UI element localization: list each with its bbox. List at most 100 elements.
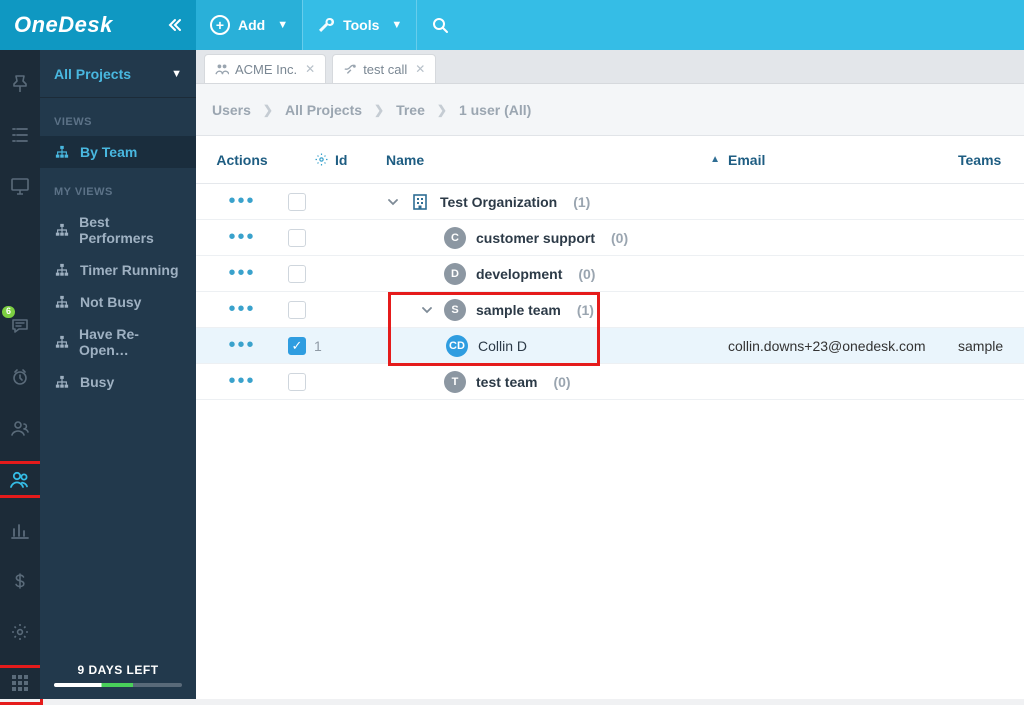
tab-label: test call <box>363 62 407 77</box>
gear-icon[interactable] <box>314 152 329 167</box>
grid-header: Actions Id Name ▲ Email Teams <box>196 136 1024 184</box>
logo-area: OneDesk <box>0 0 196 50</box>
tab[interactable]: ACME Inc. ✕ <box>204 54 326 83</box>
views-list: By Team <box>40 136 196 168</box>
sort-asc-icon: ▲ <box>710 154 728 165</box>
search-button[interactable] <box>417 0 463 50</box>
row-checkbox-cell <box>280 229 314 247</box>
close-icon[interactable]: ✕ <box>305 62 315 76</box>
rail-billing[interactable] <box>0 566 40 597</box>
view-item[interactable]: Busy <box>40 366 196 398</box>
sitemap-icon <box>54 335 69 349</box>
row-name-cell: Test Organization(1) <box>386 192 728 212</box>
row-count: (1) <box>577 302 594 318</box>
add-button-label: Add <box>238 17 265 33</box>
view-item[interactable]: Not Busy <box>40 286 196 318</box>
rail-apps[interactable] <box>0 668 40 699</box>
row-actions[interactable]: ••• <box>204 226 280 249</box>
row-actions[interactable]: ••• <box>204 190 280 213</box>
avatar: D <box>444 263 466 285</box>
chevron-down-icon: ▼ <box>171 68 182 80</box>
view-item[interactable]: Timer Running <box>40 254 196 286</box>
row-email: collin.downs+23@onedesk.com <box>728 338 958 354</box>
row-count: (0) <box>611 230 628 246</box>
top-toolbar: OneDesk + Add ▼ Tools ▼ <box>0 0 1024 50</box>
col-id-header[interactable]: Id <box>314 152 386 168</box>
table-row[interactable]: •••Ssample team(1) <box>196 292 1024 328</box>
view-item[interactable]: Have Re-Open… <box>40 318 196 366</box>
trial-progress-fill <box>54 683 133 687</box>
tab[interactable]: test call ✕ <box>332 54 436 83</box>
collapse-sidebar-button[interactable] <box>168 18 182 32</box>
table-row[interactable]: •••Ddevelopment(0) <box>196 256 1024 292</box>
col-teams-header[interactable]: Teams <box>958 152 1016 168</box>
rail-settings[interactable] <box>0 617 40 648</box>
building-icon <box>410 192 430 212</box>
app-logo: OneDesk <box>14 12 113 38</box>
tree-toggle[interactable] <box>420 305 434 315</box>
row-actions[interactable]: ••• <box>204 298 280 321</box>
breadcrumb-item: 1 user (All) <box>459 102 531 118</box>
rail-users[interactable] <box>0 464 40 495</box>
rail-messages[interactable]: 6 <box>0 310 40 341</box>
tab-label: ACME Inc. <box>235 62 297 77</box>
breadcrumb-item[interactable]: Users <box>212 102 251 118</box>
chevron-down-icon: ▼ <box>391 19 402 31</box>
rail-analytics[interactable] <box>0 515 40 546</box>
breadcrumb-item[interactable]: Tree <box>396 102 425 118</box>
rail-tasks[interactable] <box>0 119 40 150</box>
avatar: CD <box>446 335 468 357</box>
add-button[interactable]: + Add ▼ <box>196 0 302 50</box>
row-name-cell: CD Collin D <box>386 335 728 357</box>
project-selector-label: All Projects <box>54 66 131 82</box>
view-item[interactable]: By Team <box>40 136 196 168</box>
project-selector[interactable]: All Projects ▼ <box>40 50 196 98</box>
badge: 6 <box>2 306 15 318</box>
nav-rail: 6 <box>0 50 40 699</box>
table-row[interactable]: ••• Test Organization(1) <box>196 184 1024 220</box>
row-name: development <box>476 266 562 282</box>
row-name: Collin D <box>478 338 527 354</box>
rail-pin[interactable] <box>0 68 40 99</box>
row-checkbox[interactable] <box>288 229 306 247</box>
rail-clock[interactable] <box>0 361 40 392</box>
row-checkbox[interactable] <box>288 265 306 283</box>
close-icon[interactable]: ✕ <box>415 62 425 76</box>
view-item[interactable]: Best Performers <box>40 206 196 254</box>
avatar: C <box>444 227 466 249</box>
magnifier-icon <box>431 16 449 34</box>
row-count: (0) <box>553 374 570 390</box>
avatar: T <box>444 371 466 393</box>
table-row[interactable]: ••• Ttest team(0) <box>196 364 1024 400</box>
trial-text: 9 DAYS LEFT <box>54 663 182 677</box>
row-actions[interactable]: ••• <box>204 334 280 357</box>
tools-button[interactable]: Tools ▼ <box>303 0 416 50</box>
sitemap-icon <box>54 145 70 159</box>
trial-progress <box>54 683 182 687</box>
tools-button-label: Tools <box>343 17 379 33</box>
chevron-right-icon: ❯ <box>437 103 447 117</box>
table-row[interactable]: •••Ccustomer support(0) <box>196 220 1024 256</box>
row-actions[interactable]: ••• <box>204 370 280 393</box>
chevron-right-icon: ❯ <box>263 103 273 117</box>
row-name-cell: Ttest team(0) <box>386 371 728 393</box>
sitemap-icon <box>54 375 70 389</box>
breadcrumb-item[interactable]: All Projects <box>285 102 362 118</box>
row-checkbox[interactable] <box>288 373 306 391</box>
row-checkbox[interactable] <box>288 301 306 319</box>
tab-icon <box>343 62 357 76</box>
rail-customers[interactable] <box>0 412 40 443</box>
col-name-header[interactable]: Name ▲ <box>386 152 728 168</box>
col-actions-header[interactable]: Actions <box>204 152 280 168</box>
sitemap-icon <box>54 295 70 309</box>
col-email-header[interactable]: Email <box>728 152 958 168</box>
trial-status[interactable]: 9 DAYS LEFT <box>40 655 196 699</box>
tree-toggle[interactable] <box>386 197 400 207</box>
spacer <box>40 398 196 655</box>
rail-monitor[interactable] <box>0 170 40 201</box>
table-row[interactable]: •••1CDCollin Dcollin.downs+23@onedesk.co… <box>196 328 1024 364</box>
my-views-section-label: MY VIEWS <box>40 168 196 206</box>
row-actions[interactable]: ••• <box>204 262 280 285</box>
row-checkbox[interactable] <box>288 193 306 211</box>
row-checkbox[interactable] <box>288 337 306 355</box>
